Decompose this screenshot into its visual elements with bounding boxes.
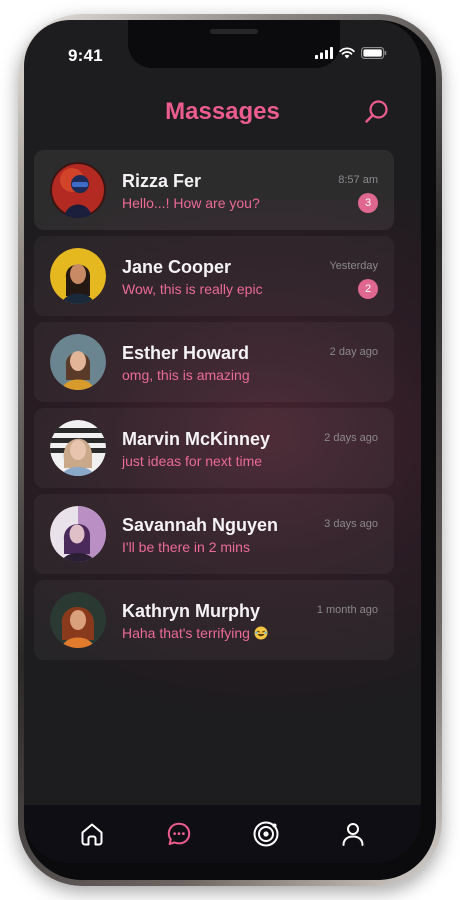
tab-discover[interactable]: [246, 814, 286, 854]
message-preview: I'll be there in 2 mins: [122, 539, 250, 555]
message-preview: Haha that's terrifying: [122, 625, 268, 641]
chat-item-marvin-mckinney[interactable]: Marvin McKinney just ideas for next time…: [34, 408, 394, 488]
chat-item-kathryn-murphy[interactable]: Kathryn Murphy Haha that's terrifying 1 …: [34, 580, 394, 660]
chat-item-esther-howard[interactable]: Esther Howard omg, this is amazing 2 day…: [34, 322, 394, 402]
unread-badge: 2: [358, 279, 378, 299]
message-time: Yesterday: [329, 260, 378, 272]
message-preview: omg, this is amazing: [122, 367, 250, 383]
message-time: 8:57 am: [338, 174, 378, 186]
status-icons: [315, 47, 387, 59]
tab-profile[interactable]: [333, 814, 373, 854]
tab-home[interactable]: [72, 814, 112, 854]
search-button[interactable]: [363, 98, 391, 126]
cellular-signal-icon: [315, 47, 333, 59]
contact-name: Marvin McKinney: [122, 429, 271, 449]
message-preview: Wow, this is really epic: [122, 281, 263, 297]
screen: 9:41 Massages Rizza Fer Hello...! How ar…: [24, 20, 421, 863]
avatar: [50, 248, 106, 304]
contact-name: Savannah Nguyen: [122, 515, 279, 535]
radar-icon: [253, 821, 279, 847]
home-icon: [81, 823, 103, 846]
message-preview-text: Haha that's terrifying: [122, 625, 250, 641]
chat-item-savannah-nguyen[interactable]: Savannah Nguyen I'll be there in 2 mins …: [34, 494, 394, 574]
avatar: [50, 506, 106, 562]
message-time: 2 days ago: [324, 432, 378, 444]
chat-list: Rizza Fer Hello...! How are you? 8:57 am…: [34, 150, 394, 666]
notch: [128, 20, 340, 68]
contact-name: Kathryn Murphy: [122, 601, 261, 621]
chat-bubble-icon: [167, 822, 191, 845]
contact-name: Rizza Fer: [122, 171, 202, 191]
wifi-icon: [339, 47, 355, 59]
avatar: [50, 162, 106, 218]
contact-name: Esther Howard: [122, 343, 250, 363]
message-time: 3 days ago: [324, 518, 378, 530]
message-time: 2 day ago: [329, 346, 378, 358]
avatar: [50, 334, 106, 390]
laughing-crying-emoji-icon: [254, 626, 268, 640]
contact-name: Jane Cooper: [122, 257, 232, 277]
status-time: 9:41: [68, 46, 103, 65]
chat-item-jane-cooper[interactable]: Jane Cooper Wow, this is really epic Yes…: [34, 236, 394, 316]
page-title: Massages: [165, 98, 280, 125]
speaker-grille: [210, 29, 258, 34]
avatar: [50, 420, 106, 476]
tab-messages[interactable]: [159, 814, 199, 854]
search-icon: [365, 100, 388, 123]
message-preview: Hello...! How are you?: [122, 195, 260, 211]
user-icon: [342, 823, 364, 846]
battery-icon: [361, 47, 387, 59]
unread-badge: 3: [358, 193, 378, 213]
avatar: [50, 592, 106, 648]
tab-bar: [24, 805, 421, 863]
message-preview: just ideas for next time: [122, 453, 263, 469]
chat-item-rizza-fer[interactable]: Rizza Fer Hello...! How are you? 8:57 am…: [34, 150, 394, 230]
message-time: 1 month ago: [316, 604, 378, 616]
